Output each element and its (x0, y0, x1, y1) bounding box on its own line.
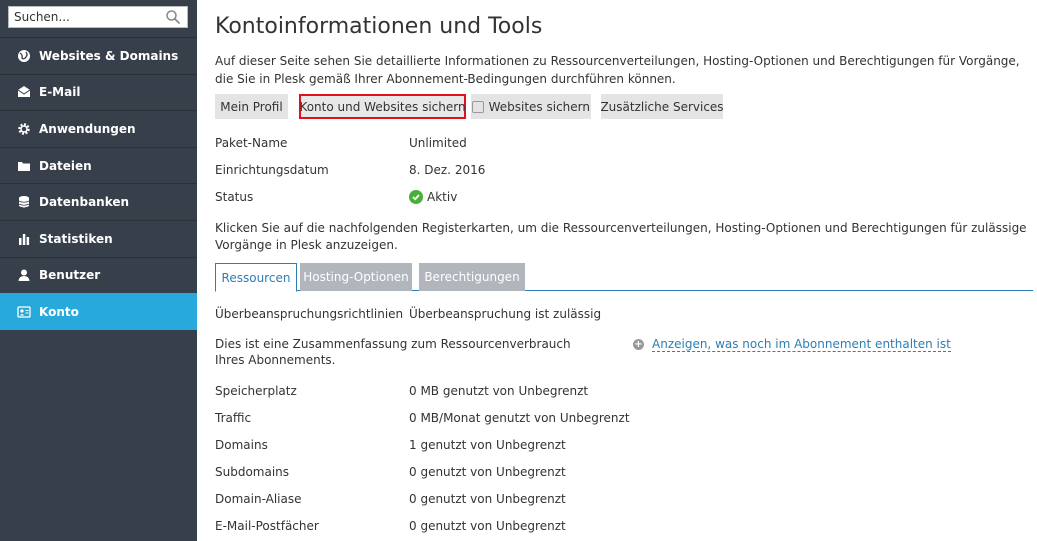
resource-value: 0 genutzt von Unbegrenzt (409, 519, 566, 533)
sidebar-item-label: Anwendungen (39, 121, 136, 136)
additional-services-button[interactable]: Zusätzliche Services (600, 94, 724, 119)
resource-value: 0 MB genutzt von Unbegrenzt (409, 384, 589, 398)
tab-bar: Ressourcen Hosting-Optionen Berechtigung… (215, 263, 1033, 292)
sidebar-item-email[interactable]: E-Mail (0, 73, 197, 111)
resource-value: 1 genutzt von Unbegrenzt (409, 438, 566, 452)
globe-icon (17, 49, 31, 63)
button-label: Websites sichern (488, 99, 590, 114)
resource-label: Domain-Aliase (215, 492, 302, 506)
resource-label: Domains (215, 438, 268, 452)
overuse-value: Überbeanspruchung ist zulässig (409, 307, 602, 321)
sidebar-nav: Websites & Domains E-Mail Anwendungen Da… (0, 37, 197, 330)
sidebar-item-websites-domains[interactable]: Websites & Domains (0, 37, 197, 74)
tab-permissions[interactable]: Berechtigungen (419, 263, 525, 291)
status-value: Aktiv (409, 190, 457, 204)
sidebar-item-label: E-Mail (39, 85, 81, 100)
backup-icon (472, 100, 484, 113)
backup-websites-button[interactable]: Websites sichern (471, 94, 591, 119)
sidebar-item-label: Statistiken (39, 231, 113, 246)
button-label: Konto und Websites sichern (299, 99, 466, 114)
database-icon (17, 195, 31, 209)
bar-chart-icon (17, 232, 31, 246)
sidebar-item-users[interactable]: Benutzer (0, 256, 197, 294)
envelope-icon (17, 85, 31, 99)
resource-value: 0 genutzt von Unbegrenzt (409, 492, 566, 506)
status-badge: Aktiv (427, 190, 458, 204)
page-title: Kontoinformationen und Tools (215, 14, 543, 39)
resource-label: Speicherplatz (215, 384, 297, 398)
resource-label: Subdomains (215, 465, 290, 479)
my-profile-button[interactable]: Mein Profil (215, 94, 288, 119)
tab-resources[interactable]: Ressourcen (215, 263, 297, 292)
search-box[interactable] (8, 6, 188, 28)
gear-icon (17, 122, 31, 136)
sidebar-item-label: Dateien (39, 158, 92, 173)
sidebar-item-account[interactable]: Konto (0, 293, 197, 330)
tabs-hint: Klicken Sie auf die nachfolgenden Regist… (215, 221, 1027, 252)
show-more-link[interactable]: Anzeigen, was noch im Abonnement enthalt… (652, 337, 951, 352)
check-icon (409, 190, 423, 204)
button-label: Mein Profil (220, 99, 283, 114)
setup-date-label: Einrichtungsdatum (215, 163, 329, 177)
sidebar-item-label: Datenbanken (39, 195, 130, 210)
package-label: Paket-Name (215, 136, 288, 150)
overuse-label: Überbeanspruchungsrichtlinien (215, 307, 404, 321)
tab-label: Ressourcen (221, 270, 291, 285)
resource-value: 0 MB/Monat genutzt von Unbegrenzt (409, 411, 630, 425)
user-icon (17, 268, 31, 282)
package-value: Unlimited (409, 136, 467, 150)
tab-label: Berechtigungen (424, 270, 520, 284)
resource-value: 0 genutzt von Unbegrenzt (409, 465, 566, 479)
sidebar: Websites & Domains E-Mail Anwendungen Da… (0, 0, 197, 541)
sidebar-item-label: Benutzer (39, 268, 101, 283)
sidebar-item-databases[interactable]: Datenbanken (0, 183, 197, 220)
sidebar-item-label: Websites & Domains (39, 48, 179, 63)
sidebar-item-label: Konto (39, 304, 79, 319)
tab-hosting-options[interactable]: Hosting-Optionen (300, 263, 412, 291)
show-more-link-row: + Anzeigen, was noch im Abonnement entha… (633, 337, 951, 352)
resource-label: Traffic (215, 411, 252, 425)
resource-label: E-Mail-Postfächer (215, 519, 319, 533)
sidebar-item-files[interactable]: Dateien (0, 146, 197, 184)
tab-label: Hosting-Optionen (303, 270, 409, 284)
folder-icon (17, 159, 31, 173)
backup-account-websites-button[interactable]: Konto und Websites sichern (299, 94, 466, 119)
plus-icon: + (633, 339, 644, 350)
resource-summary: Dies ist eine Zusammenfassung zum Ressou… (215, 337, 571, 367)
sidebar-item-applications[interactable]: Anwendungen (0, 110, 197, 147)
sidebar-item-statistics[interactable]: Statistiken (0, 219, 197, 257)
setup-date-value: 8. Dez. 2016 (409, 163, 486, 177)
account-icon (17, 305, 31, 319)
page-intro: Auf dieser Seite sehen Sie detaillierte … (215, 54, 1020, 86)
status-label: Status (215, 190, 254, 204)
search-icon[interactable] (165, 9, 181, 25)
button-label: Zusätzliche Services (600, 99, 724, 114)
search-input[interactable] (9, 7, 159, 27)
